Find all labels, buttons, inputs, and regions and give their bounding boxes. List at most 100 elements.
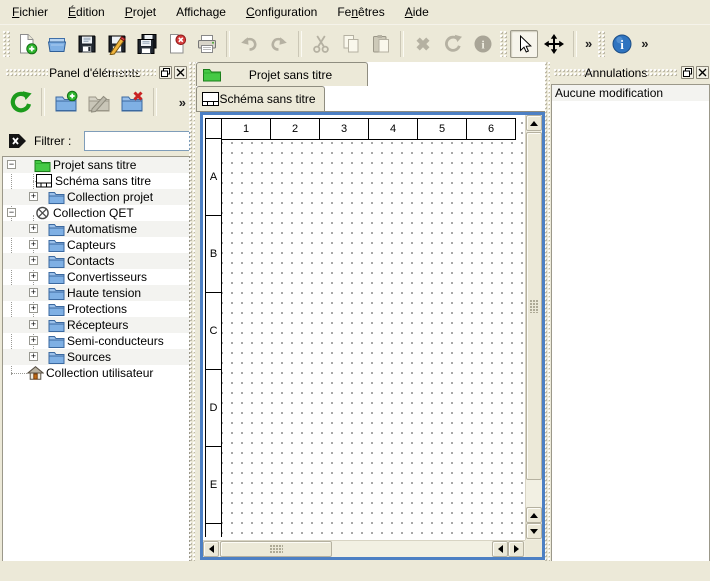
tree-item-semi-conducteurs[interactable]: +Semi-conducteurs — [3, 333, 189, 349]
close-file-button[interactable] — [163, 30, 191, 58]
expand-toggle[interactable]: + — [29, 192, 38, 201]
toolbar-overflow-2[interactable]: » — [637, 36, 652, 51]
scroll-up-button-2[interactable] — [526, 507, 542, 523]
tab-diagram[interactable]: Schéma sans titre — [196, 86, 325, 111]
expand-toggle[interactable]: + — [29, 272, 38, 281]
row-label-a: A — [205, 138, 222, 216]
menu-item-edition[interactable]: Édition — [58, 2, 115, 22]
collapse-toggle[interactable]: − — [7, 160, 16, 169]
scroll-down-button[interactable] — [526, 523, 542, 539]
tree-item-label: Contacts — [67, 253, 114, 269]
tree-item-convertisseurs[interactable]: +Convertisseurs — [3, 269, 189, 285]
toolbar-separator — [153, 88, 157, 116]
menu-item-projet[interactable]: Projet — [115, 2, 166, 22]
expand-toggle[interactable]: + — [29, 336, 38, 345]
dock-grip[interactable] — [646, 69, 678, 77]
tree-item-collection-projet[interactable]: +Collection projet — [3, 189, 189, 205]
expand-toggle[interactable]: + — [29, 304, 38, 313]
copy-button[interactable] — [337, 30, 365, 58]
left-splitter[interactable] — [189, 62, 195, 561]
scroll-left-button[interactable] — [203, 541, 219, 557]
cut-button[interactable] — [307, 30, 335, 58]
expand-toggle[interactable]: + — [29, 256, 38, 265]
toolbar-handle[interactable] — [598, 31, 605, 57]
svg-text:i: i — [620, 37, 624, 52]
save-as-button[interactable] — [103, 30, 131, 58]
print-button[interactable] — [193, 30, 221, 58]
tree-item-haute-tension[interactable]: +Haute tension — [3, 285, 189, 301]
new-category-button[interactable] — [51, 87, 80, 117]
delete-category-button[interactable] — [118, 87, 147, 117]
float-panel-button[interactable] — [681, 66, 694, 79]
expand-toggle[interactable]: + — [29, 288, 38, 297]
close-panel-button[interactable] — [696, 66, 709, 79]
tree-item-protections[interactable]: +Protections — [3, 301, 189, 317]
open-project-button[interactable] — [43, 30, 71, 58]
menu-item-fenetres[interactable]: Fenêtres — [327, 2, 394, 22]
diagram-tabbar: Schéma sans titre — [196, 86, 545, 112]
scroll-left-button-2[interactable] — [492, 541, 508, 557]
horizontal-scroll-thumb[interactable] — [220, 541, 332, 557]
about-button[interactable]: i — [608, 30, 636, 58]
print-icon — [196, 33, 218, 55]
toolbar-handle[interactable] — [3, 31, 10, 57]
undo-panel-titlebar[interactable]: Annulations — [550, 62, 710, 84]
tree-item-schema-sans-titre[interactable]: Schéma sans titre — [3, 173, 189, 189]
close-panel-button[interactable] — [174, 66, 187, 79]
filter-input[interactable] — [84, 131, 190, 151]
elements-panel-titlebar[interactable]: Panel d'éléments — [0, 62, 190, 84]
rotate-button[interactable] — [439, 30, 467, 58]
tree-item-projet-sans-titre[interactable]: −Projet sans titre — [3, 157, 189, 173]
redo-button[interactable] — [265, 30, 293, 58]
diagram-canvas[interactable]: 123456 ABCDE — [203, 115, 525, 540]
vertical-scrollbar[interactable] — [525, 115, 542, 540]
clear-filter-icon[interactable] — [8, 133, 28, 149]
tree-item-recepteurs[interactable]: +Récepteurs — [3, 317, 189, 333]
folder-icon — [48, 334, 65, 348]
tree-item-automatisme[interactable]: +Automatisme — [3, 221, 189, 237]
scroll-up-button[interactable] — [526, 115, 542, 131]
toolbar-overflow[interactable]: » — [581, 36, 596, 51]
tree-item-label: Sources — [67, 349, 111, 365]
toolbar-handle[interactable] — [500, 31, 507, 57]
dock-grip[interactable] — [106, 69, 156, 77]
save-all-button[interactable] — [133, 30, 161, 58]
undo-list-item[interactable]: Aucune modification — [552, 85, 709, 101]
expand-toggle[interactable]: + — [29, 352, 38, 361]
tree-item-sources[interactable]: + Sources — [3, 349, 189, 365]
expand-toggle[interactable]: + — [29, 240, 38, 249]
tab-project[interactable]: Projet sans titre — [196, 62, 368, 86]
undo-panel: Annulations Aucune modification — [550, 62, 710, 561]
save-button[interactable] — [73, 30, 101, 58]
undo-history-list[interactable]: Aucune modification — [551, 84, 710, 562]
tree-item-capteurs[interactable]: +Capteurs — [3, 237, 189, 253]
menu-item-affichage[interactable]: Affichage — [166, 2, 236, 22]
panel-toolbar-overflow[interactable]: » — [175, 95, 190, 110]
horizontal-scrollbar[interactable] — [203, 540, 525, 557]
undo-button[interactable] — [235, 30, 263, 58]
expand-toggle[interactable]: + — [29, 224, 38, 233]
menu-item-configuration[interactable]: Configuration — [236, 2, 327, 22]
properties-button[interactable]: i — [469, 30, 497, 58]
delete-button[interactable] — [409, 30, 437, 58]
vertical-scroll-thumb[interactable] — [526, 132, 542, 480]
expand-toggle[interactable]: + — [29, 320, 38, 329]
reload-collections-button[interactable] — [6, 87, 35, 117]
delete-icon — [412, 33, 434, 55]
select-mode-button[interactable] — [510, 30, 538, 58]
column-label-5: 5 — [417, 118, 467, 140]
menu-item-aide[interactable]: Aide — [395, 2, 439, 22]
folder-icon — [48, 222, 65, 236]
tree-item-collection-qet[interactable]: −Collection QET — [3, 205, 189, 221]
pan-mode-button[interactable] — [540, 30, 568, 58]
menu-item-fichier[interactable]: Fichier — [2, 2, 58, 22]
collapse-toggle[interactable]: − — [7, 208, 16, 217]
tree-item-contacts[interactable]: + Contacts — [3, 253, 189, 269]
new-project-button[interactable] — [13, 30, 41, 58]
edit-category-button[interactable] — [84, 87, 113, 117]
tab-diagram-label: Schéma sans titre — [219, 92, 324, 106]
tree-item-collection-utilisateur[interactable]: Collection utilisateur — [3, 365, 189, 381]
float-panel-button[interactable] — [159, 66, 172, 79]
paste-button[interactable] — [367, 30, 395, 58]
scroll-right-button[interactable] — [508, 541, 524, 557]
